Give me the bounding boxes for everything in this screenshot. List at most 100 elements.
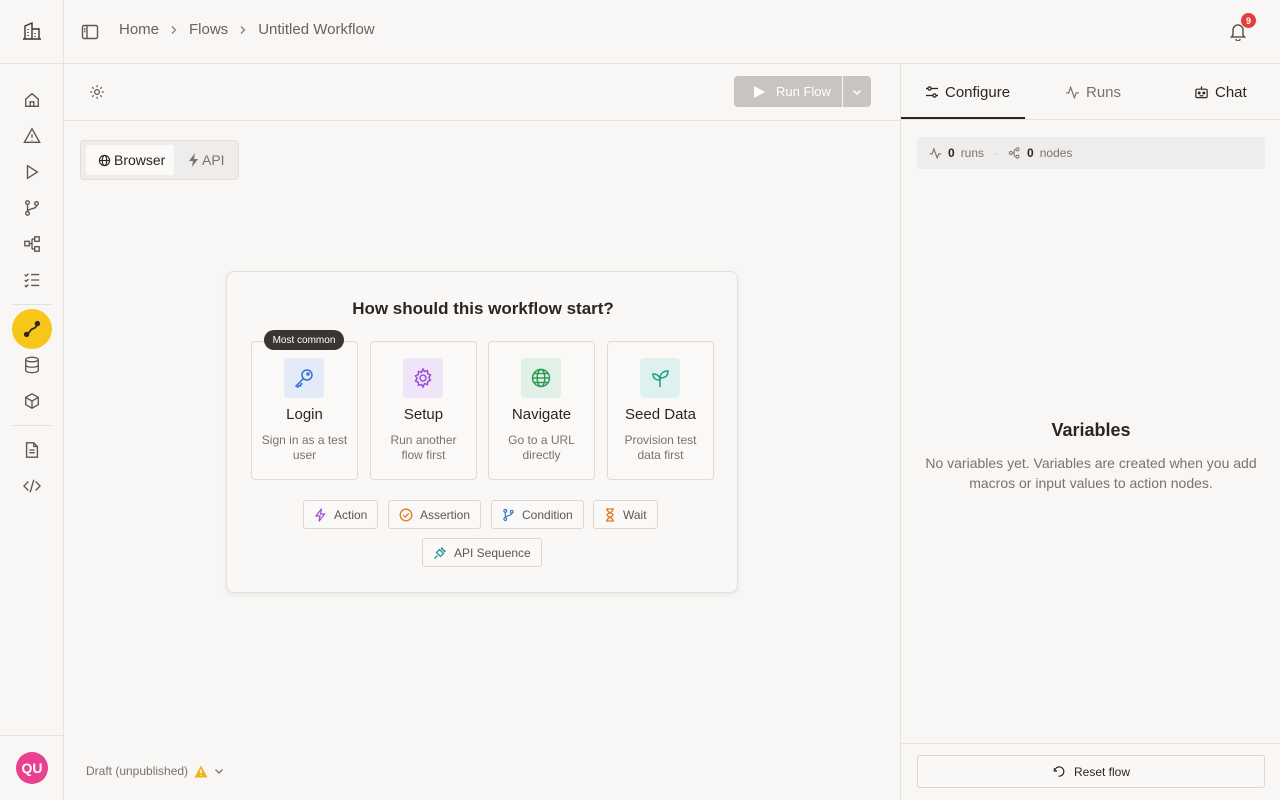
start-option-navigate[interactable]: Navigate Go to a URL directly [488,341,595,480]
plug-icon [434,546,446,559]
robot-icon [1195,86,1208,99]
mode-browser-label: Browser [114,152,166,168]
branch-icon [503,508,514,521]
lightning-icon [314,507,326,522]
reset-icon [1053,766,1065,777]
reset-flow-label: Reset flow [1073,764,1131,779]
breadcrumb-flows[interactable]: Flows [189,21,228,38]
package-box-icon[interactable] [22,391,42,411]
tab-label: Configure [945,83,1011,101]
add-wait-chip[interactable]: Wait [593,500,658,529]
hourglass-icon [606,507,614,522]
user-avatar[interactable]: QU [16,752,48,784]
play-icon[interactable] [22,162,42,182]
code-icon[interactable] [22,476,42,496]
chip-label: Condition [522,507,573,522]
start-card-title: How should this workflow start? [352,299,614,318]
rail-divider [12,425,52,426]
mode-browser-tab[interactable]: Browser [86,145,174,175]
variables-title: Variables [1051,420,1131,440]
rail-divider [0,735,64,736]
start-option-setup[interactable]: Setup Run another flow first [370,341,477,480]
home-icon[interactable] [22,90,42,110]
tab-label: Runs [1086,83,1122,101]
chevron-down-icon [214,766,224,776]
stats-separator: · [994,146,999,160]
option-title: Seed Data [625,406,696,423]
variables-empty-description: No variables yet. Variables are created … [925,455,1257,491]
option-description: Run another flow first [390,433,457,462]
chip-label: Assertion [420,507,471,522]
flow-canvas: Run Flow Browser API How should this wor… [64,64,900,800]
building-logo-icon[interactable] [22,21,42,41]
globe-icon [521,358,561,398]
tab-label: Chat [1215,83,1247,101]
start-option-seed-data[interactable]: Seed Data Provision test data first [607,341,714,480]
document-icon[interactable] [22,440,42,460]
run-flow-label: Run Flow [776,84,831,99]
start-options-card: How should this workflow start? Most com… [226,271,738,593]
workflow-nodes-icon[interactable] [22,234,42,254]
panel-footer-divider [901,743,1280,744]
publish-status-label: Draft (unpublished) [86,764,189,778]
right-panel: Configure Runs Chat 0 runs · 0 nodes Var… [900,64,1280,800]
run-options-dropdown[interactable] [843,76,871,107]
activity-icon [929,147,942,159]
tab-chat[interactable]: Chat [1194,64,1247,120]
chip-label: Action [334,507,368,522]
gear-icon [403,358,443,398]
add-condition-chip[interactable]: Condition [491,500,584,529]
settings-gear-icon[interactable] [89,84,105,100]
chip-label: API Sequence [454,545,531,560]
start-option-login[interactable]: Login Sign in as a test user [251,341,358,480]
add-action-chip[interactable]: Action [303,500,379,529]
breadcrumb-current[interactable]: Untitled Workflow [258,21,374,38]
chip-label: Wait [623,507,647,522]
left-rail: QU [0,0,64,800]
git-branch-icon[interactable] [22,198,42,218]
option-description: Provision test data first [624,433,697,462]
warning-triangle-icon[interactable] [22,126,42,146]
chevron-right-icon [238,25,248,35]
flow-stats-bar: 0 runs · 0 nodes [917,137,1265,169]
add-api-sequence-chip[interactable]: API Sequence [422,538,542,567]
sidebar-toggle-icon[interactable] [81,23,99,41]
option-description: Go to a URL directly [508,433,575,462]
mode-api-tab[interactable]: API [182,145,234,175]
notification-count-badge: 9 [1241,13,1256,28]
option-description: Sign in as a test user [261,433,348,462]
canvas-toolbar: Run Flow [64,64,900,121]
runs-label: runs [960,146,985,160]
lightning-icon [189,153,198,167]
breadcrumb: Home Flows Untitled Workflow [119,21,375,38]
most-common-badge: Most common [264,330,344,350]
panel-tabs: Configure Runs Chat [901,64,1280,120]
option-title: Setup [403,406,444,423]
chevron-right-icon [169,25,179,35]
top-header: Home Flows Untitled Workflow 9 [64,0,1280,64]
tab-runs[interactable]: Runs [1065,64,1121,120]
checklist-icon[interactable] [22,270,42,290]
add-assertion-chip[interactable]: Assertion [388,500,482,529]
breadcrumb-home[interactable]: Home [119,21,159,38]
chevron-down-icon [852,89,862,95]
run-flow-button[interactable]: Run Flow [734,76,842,107]
nodes-count: 0 [1027,146,1034,160]
active-tab-indicator [901,117,1025,119]
tab-configure[interactable]: Configure [925,64,1010,120]
rail-divider [0,63,64,64]
option-title: Navigate [511,406,572,423]
database-icon[interactable] [22,355,42,375]
sprout-icon [640,358,680,398]
warning-icon [194,765,208,778]
flows-active-icon[interactable] [12,309,52,349]
reset-flow-button[interactable]: Reset flow [917,755,1265,788]
option-title: Login [286,406,323,423]
mode-toggle: Browser API [80,140,239,180]
runs-count: 0 [948,146,955,160]
sliders-icon [926,86,938,98]
globe-icon [98,154,111,166]
nodes-label: nodes [1039,146,1073,160]
rail-divider [12,304,52,305]
publish-status-dropdown[interactable]: Draft (unpublished) [86,764,224,778]
